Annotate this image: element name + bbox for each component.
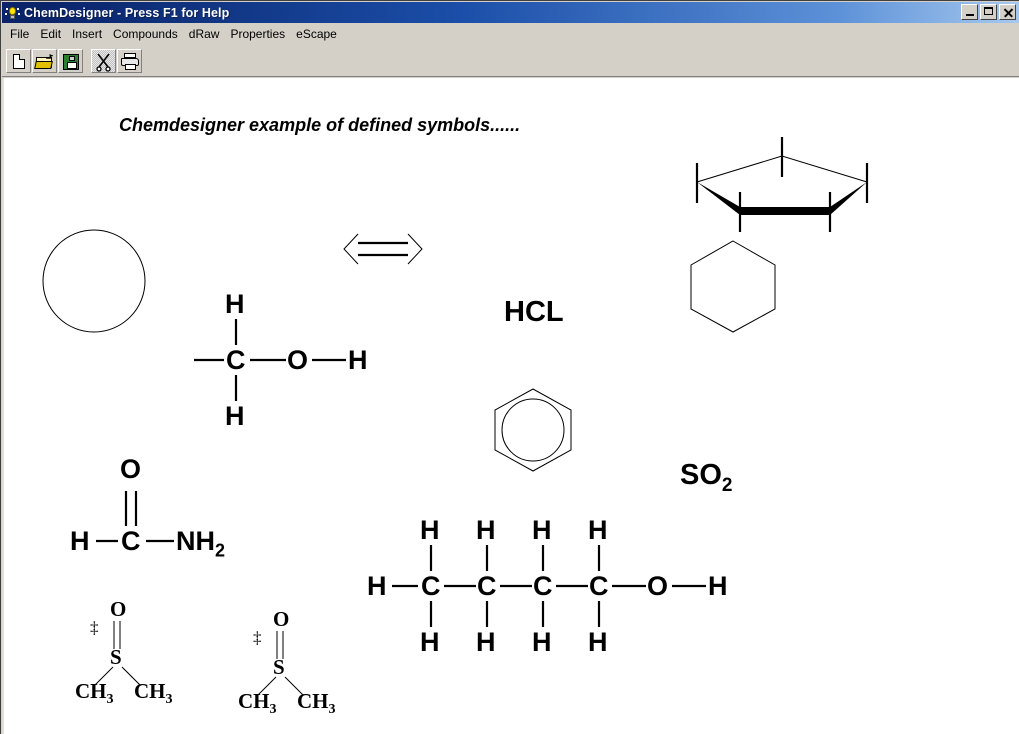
- window-title: ChemDesigner - Press F1 for Help: [24, 5, 230, 20]
- atom-label-s: S: [110, 645, 122, 669]
- atom-label-h-top-4: H: [588, 515, 608, 545]
- close-button[interactable]: [999, 4, 1016, 20]
- dmso-structure-1[interactable]: O ‡ S CH3 CH3: [72, 597, 192, 707]
- circle-shape[interactable]: [41, 228, 147, 334]
- atom-label-ch3-left: CH3: [75, 681, 114, 707]
- atom-label-ch3-right-subscript: 3: [165, 692, 173, 708]
- atom-label-ch3-right-base: CH: [297, 689, 329, 713]
- formula-hcl[interactable]: HCL: [504, 298, 564, 327]
- methanol-structure[interactable]: H C O H H: [192, 283, 382, 430]
- atom-label-o: O: [120, 454, 142, 484]
- menu-item-properties[interactable]: Properties: [228, 25, 294, 44]
- charge-mark-icon: ‡: [253, 628, 262, 647]
- atom-label-h-bottom-3: H: [532, 627, 552, 657]
- window-controls: [961, 4, 1016, 20]
- atom-label-ch3-left-subscript: 3: [106, 692, 114, 708]
- pentagon-haworth-ring[interactable]: [689, 135, 889, 240]
- dmso-structure-2[interactable]: O ‡ S CH3 CH3: [235, 607, 355, 717]
- atom-label-h-bottom: H: [225, 401, 245, 431]
- atom-label-o: O: [647, 571, 669, 601]
- menu-item-edit[interactable]: Edit: [38, 25, 70, 44]
- title-bar: ChemDesigner - Press F1 for Help: [2, 2, 1019, 23]
- atom-label-ch3-right: CH3: [134, 681, 173, 707]
- atom-label-h-bottom-2: H: [476, 627, 496, 657]
- atom-label-h-right: H: [348, 345, 368, 375]
- drawing-canvas[interactable]: Chemdesigner example of defined symbols.…: [2, 78, 1019, 734]
- page-title: Chemdesigner example of defined symbols.…: [119, 115, 521, 135]
- atom-label-ch3-right-base: CH: [134, 679, 166, 703]
- atom-label-o: O: [287, 345, 309, 375]
- atom-label-h-top-3: H: [532, 515, 552, 545]
- atom-label-nh2-base: NH: [176, 526, 215, 556]
- atom-label-h-left: H: [367, 571, 387, 601]
- atom-label-o: O: [273, 607, 290, 631]
- menu-item-draw[interactable]: dRaw: [187, 25, 229, 44]
- toolbar: [2, 46, 1019, 77]
- atom-label-s: S: [273, 655, 285, 679]
- atom-label-h-top-2: H: [476, 515, 496, 545]
- menu-item-escape[interactable]: eScape: [294, 25, 346, 44]
- atom-label-h-bottom-1: H: [420, 627, 440, 657]
- save-button[interactable]: [58, 49, 83, 73]
- toolbar-separator: [84, 49, 91, 73]
- menu-item-file[interactable]: File: [8, 25, 38, 44]
- new-document-icon: [13, 54, 25, 69]
- canvas-surface[interactable]: Chemdesigner example of defined symbols.…: [4, 78, 1019, 734]
- print-button[interactable]: [117, 49, 142, 73]
- atom-label-o: O: [110, 597, 127, 621]
- atom-label-nh2-subscript: 2: [215, 540, 226, 561]
- atom-label-h-top: H: [225, 289, 245, 319]
- resonance-arrow[interactable]: [342, 230, 424, 268]
- atom-label-c: C: [121, 526, 141, 556]
- butanol-structure[interactable]: H H H H H C C C C O H H H H H: [366, 503, 746, 657]
- menu-item-compounds[interactable]: Compounds: [111, 25, 187, 44]
- atom-label-ch3-left: CH3: [238, 691, 277, 717]
- formamide-structure[interactable]: O H C NH2: [64, 451, 264, 561]
- atom-label-ch3-left-base: CH: [238, 689, 270, 713]
- new-document-button[interactable]: [6, 49, 31, 73]
- atom-label-h-right: H: [708, 571, 728, 601]
- formula-so2-base: SO: [680, 459, 722, 491]
- atom-label-c-1: C: [421, 571, 441, 601]
- menu-bar: File Edit Insert Compounds dRaw Properti…: [2, 24, 1019, 45]
- atom-label-c-4: C: [589, 571, 609, 601]
- atom-label-c-2: C: [477, 571, 497, 601]
- open-file-button[interactable]: [32, 49, 57, 73]
- atom-label-ch3-right: CH3: [297, 691, 336, 717]
- lightbulb-icon: [4, 4, 20, 21]
- atom-label-c-3: C: [533, 571, 553, 601]
- menu-item-insert[interactable]: Insert: [70, 25, 111, 44]
- atom-label-ch3-left-base: CH: [75, 679, 107, 703]
- atom-label-h-bottom-4: H: [588, 627, 608, 657]
- formula-so2[interactable]: SO2: [680, 461, 732, 495]
- maximize-button[interactable]: [980, 4, 997, 20]
- atom-label-h-top-1: H: [420, 515, 440, 545]
- atom-label-h-left: H: [70, 526, 90, 556]
- cyclohexane-ring[interactable]: [686, 238, 780, 334]
- cut-button[interactable]: [91, 49, 116, 73]
- scissors-icon: [92, 50, 115, 72]
- formula-so2-subscript: 2: [721, 474, 733, 496]
- atom-label-nh2: NH2: [176, 526, 226, 561]
- atom-label-ch3-left-subscript: 3: [269, 702, 277, 718]
- minimize-button[interactable]: [961, 4, 978, 20]
- application-window: ChemDesigner - Press F1 for Help File Ed…: [0, 0, 1019, 734]
- charge-mark-icon: ‡: [90, 618, 99, 637]
- atom-label-c-center: C: [226, 345, 246, 375]
- atom-label-ch3-right-subscript: 3: [328, 702, 336, 718]
- benzene-ring[interactable]: [490, 387, 576, 473]
